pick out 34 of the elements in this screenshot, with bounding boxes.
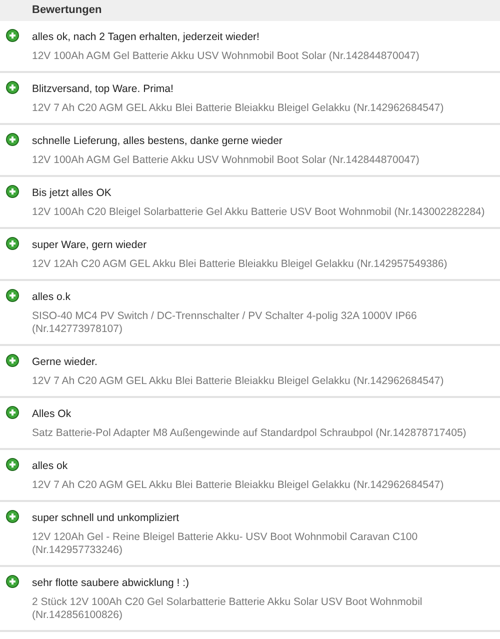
item-title: 12V 7 Ah C20 AGM GEL Akku Blei Batterie Bleiakku Bleigel Gelakku (Nr.142962684547) xyxy=(32,375,445,388)
review-comment: super Ware, gern wieder xyxy=(32,238,148,253)
review-comment: alles o.k xyxy=(32,290,72,305)
plus-icon xyxy=(6,185,19,198)
plus-icon xyxy=(6,354,19,367)
item-title: 12V 120Ah Gel - Reine Bleigel Batterie Akku- USV Boot Wohnmobil Caravan C100 (Nr.142957733246) xyxy=(32,531,419,557)
review-comment: schnelle Lieferung, alles bestens, danke gerne wieder xyxy=(32,134,284,149)
review-comment: sehr flotte saubere abwicklung ! :) xyxy=(32,576,190,591)
plus-icon xyxy=(6,29,19,42)
plus-icon xyxy=(6,458,19,471)
plus-icon xyxy=(6,237,19,250)
item-title: 12V 12Ah C20 AGM GEL Akku Blei Batterie Bleiakku Bleigel Gelakku (Nr.142957549386) xyxy=(32,258,448,271)
item-title: 12V 100Ah C20 Bleigel Solarbatterie Gel Akku Batterie USV Boot Wohnmobil (Nr.143002282284) xyxy=(32,206,486,219)
review-comment: super schnell und unkompliziert xyxy=(32,511,180,526)
review-comment: Blitzversand, top Ware. Prima! xyxy=(32,82,174,97)
review-comment: Gerne wieder. xyxy=(32,355,98,370)
item-title: Satz Batterie-Pol Adapter M8 Außengewinde auf Standardpol Schraubpol (Nr.142878717405) xyxy=(32,427,468,440)
plus-icon xyxy=(6,575,19,588)
review-comment: alles ok xyxy=(32,459,69,474)
item-title: 12V 7 Ah C20 AGM GEL Akku Blei Batterie Bleiakku Bleigel Gelakku (Nr.142962684547) xyxy=(32,102,445,115)
plus-icon xyxy=(6,510,19,523)
item-title: SISO-40 MC4 PV Switch / DC-Trennschalter / PV Schalter 4-polig 32A 1000V IP66 (Nr.142773978107) xyxy=(32,310,418,336)
review-comment: Alles Ok xyxy=(32,407,72,422)
review-comment: alles ok, nach 2 Tagen erhalten, jederzeit wieder! xyxy=(32,30,260,45)
plus-icon xyxy=(6,406,19,419)
plus-icon xyxy=(6,81,19,94)
plus-icon xyxy=(6,133,19,146)
item-title: 12V 100Ah AGM Gel Batterie Akku USV Wohnmobil Boot Solar (Nr.142844870047) xyxy=(32,50,420,63)
section-title: Bewertungen xyxy=(32,3,102,18)
item-title: 2 Stück 12V 100Ah C20 Gel Solarbatterie Batterie Akku Solar USV Boot Wohnmobil (Nr.142856100826) xyxy=(32,596,424,622)
item-title: 12V 100Ah AGM Gel Batterie Akku USV Wohnmobil Boot Solar (Nr.142844870047) xyxy=(32,154,420,167)
plus-icon xyxy=(6,289,19,302)
review-comment: Bis jetzt alles OK xyxy=(32,186,112,201)
item-title: 12V 7 Ah C20 AGM GEL Akku Blei Batterie Bleiakku Bleigel Gelakku (Nr.142962684547) xyxy=(32,479,445,492)
